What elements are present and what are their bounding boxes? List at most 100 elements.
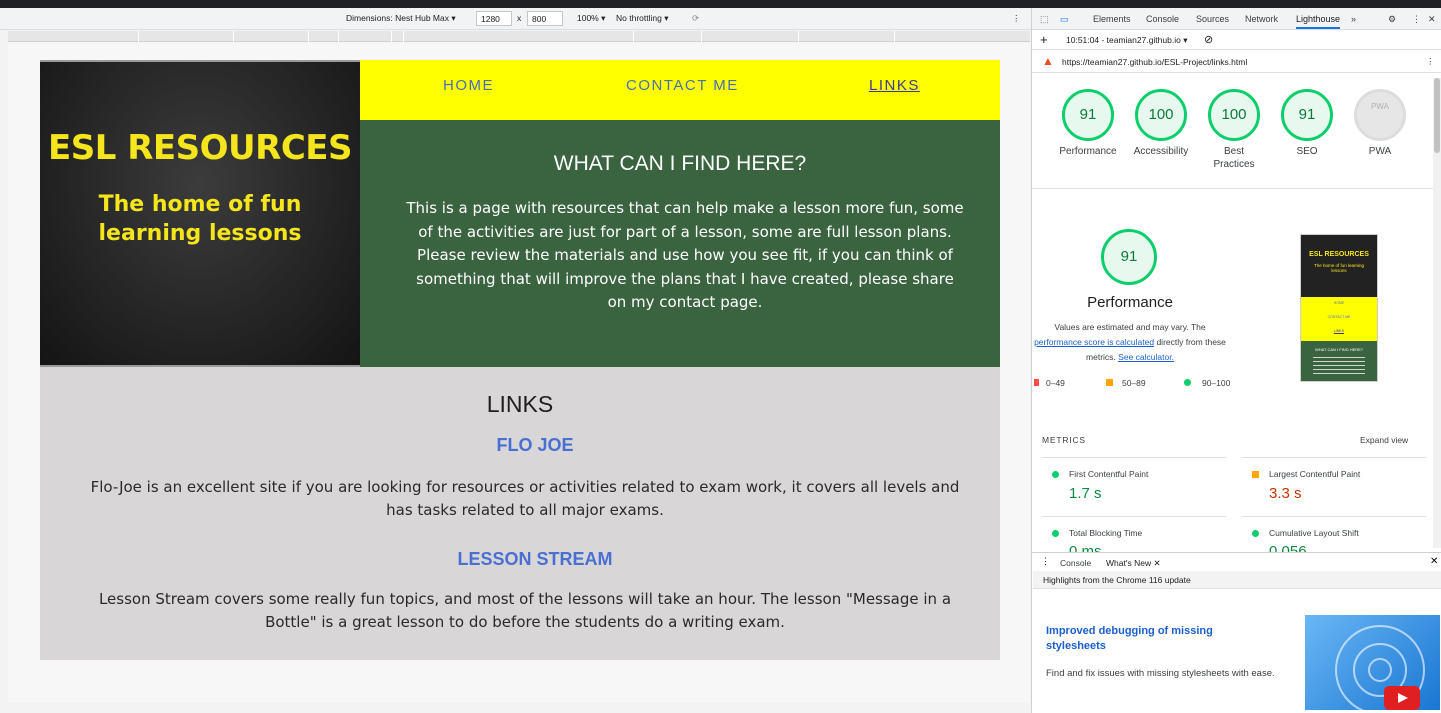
lcp-status-icon [1252,471,1259,478]
legend-fail: 0–49 [1046,378,1065,388]
drawer-close-icon[interactable]: ✕ [1430,556,1438,567]
news-text: Find and fix issues with missing stylesh… [1046,668,1275,679]
fcp-name: First Contentful Paint [1069,469,1149,479]
tab-sources[interactable]: Sources [1196,14,1229,24]
more-tabs-icon[interactable]: » [1351,14,1356,24]
fcp-status-icon [1052,471,1059,478]
link-lesson-stream-text: Lesson Stream covers some really fun top… [98,590,952,631]
nav-contact[interactable]: CONTACT ME [626,77,739,94]
fail-marker [1034,379,1039,386]
link-flo-joe[interactable]: FLO JOE [40,435,1030,456]
drawer-menu-icon[interactable]: ⋮ [1041,556,1050,567]
tbt-status-icon [1052,530,1059,537]
cls-value: 0.056 [1269,544,1307,552]
thumb-heading: WHAT CAN I FIND HERE? [1314,347,1364,352]
url-menu-icon[interactable]: ⋮ [1426,56,1435,67]
perf-big-gauge: 91 [1101,229,1157,285]
height-input[interactable]: 800 [527,11,563,26]
seo-gauge[interactable]: 91 [1281,89,1333,141]
hero-title: ESL RESOURCES [48,128,352,168]
perf-title: Performance [1087,294,1173,311]
thumb-intro: WHAT CAN I FIND HERE? [1301,341,1377,381]
thumb-nav-contact: CONTACT ME [1327,315,1351,319]
pwa-label: PWA [1368,146,1392,157]
lcp-value: 3.3 s [1269,485,1302,502]
width-input[interactable]: 1280 [476,11,512,26]
nav-home[interactable]: HOME [443,77,494,94]
dimensions-select[interactable]: Dimensions: Nest Hub Max ▾ [346,13,456,24]
legend-pass: 90–100 [1202,378,1231,388]
link-lesson-stream[interactable]: LESSON STREAM [40,549,1030,570]
link-flo-joe-text: Flo-Joe is an excellent site if you are … [90,478,960,519]
cls-status-icon [1252,530,1259,537]
scrollbar-thumb[interactable] [1434,78,1440,153]
news-video-thumb[interactable] [1305,615,1440,710]
fcp-value: 1.7 s [1069,485,1102,502]
hero-banner: ESL RESOURCES The home of fun learning l… [40,60,360,367]
divider [1242,516,1426,517]
tab-lighthouse[interactable]: Lighthouse [1296,14,1341,29]
kebab-icon[interactable]: ⋮ [1412,14,1421,25]
close-icon[interactable]: ✕ [1428,14,1436,25]
url-bar: ▲ https://teamian27.github.io/ESL-Projec… [1032,51,1441,73]
thumb-text-lines [1313,357,1365,377]
site-nav: HOME CONTACT ME LINKS [360,60,1000,120]
best-practices-gauge[interactable]: 100 [1208,89,1260,141]
more-options-icon[interactable]: ⋮ [1012,13,1021,24]
seo-label: SEO [1296,146,1318,157]
news-title[interactable]: Improved debugging of missing stylesheet… [1046,624,1271,654]
links-section: LINKS FLO JOE Flo-Joe is an excellent si… [40,367,1000,660]
zoom-select[interactable]: 100% ▾ [577,13,605,24]
lighthouse-icon: ▲ [1042,54,1054,68]
thumb-nav: HOME CONTACT ME LINKS [1301,297,1377,341]
accessibility-gauge[interactable]: 100 [1135,89,1187,141]
tab-network[interactable]: Network [1245,14,1278,24]
pass-marker [1184,379,1191,386]
pwa-badge-text: PWA [1371,102,1389,111]
metrics-label: METRICS [1042,435,1086,445]
hero-subtitle: The home of fun learning lessons [98,192,302,246]
divider [1042,457,1226,458]
add-report-icon[interactable]: + [1040,32,1048,47]
thumb-nav-home: HOME [1333,301,1345,305]
report-select[interactable]: 10:51:04 - teamian27.github.io ▾ [1066,35,1187,46]
intro-heading: WHAT CAN I FIND HERE? [553,152,807,175]
drawer-tab-console[interactable]: Console [1060,558,1091,568]
perf-score-link[interactable]: performance score is calculated [1034,337,1154,347]
performance-gauge[interactable]: 91 [1062,89,1114,141]
intro-section: WHAT CAN I FIND HERE? This is a page wit… [360,120,1000,367]
throttle-select[interactable]: No throttling ▾ [616,13,668,24]
settings-icon[interactable]: ⚙ [1388,14,1396,25]
thumb-subtitle: The home of fun learning lessons [1313,263,1365,273]
scrollbar[interactable] [1433,78,1441,548]
calculator-link[interactable]: See calculator. [1118,352,1174,362]
best-practices-label: Best Practices [1213,146,1255,170]
tab-console[interactable]: Console [1146,14,1179,24]
times-sign: x [517,13,522,23]
tbt-name: Total Blocking Time [1069,528,1143,538]
tab-elements[interactable]: Elements [1093,14,1131,24]
intro-text: This is a page with resources that can h… [406,199,964,311]
accessibility-label: Accessibility [1133,146,1189,157]
rotate-icon[interactable]: ⟳ [692,13,699,24]
inspect-icon[interactable]: ⬚ [1040,14,1049,25]
graphic-ring [1368,658,1392,682]
website: ESL RESOURCES The home of fun learning l… [40,60,1000,660]
thumb-hero: ESL RESOURCES The home of fun learning l… [1301,235,1377,297]
expand-view-button[interactable]: Expand view [1360,435,1408,445]
drawer: ⋮ Console What's New ✕ ✕ Highlights from… [1032,552,1441,713]
device-toggle-icon[interactable]: ▭ [1060,14,1069,25]
devtools-tabs: ⬚ ▭ Elements Console Sources Network Lig… [1032,8,1441,30]
divider [1032,188,1441,189]
pwa-gauge[interactable]: PWA [1354,89,1406,141]
clear-icon[interactable]: ⊘ [1204,33,1213,46]
highlights-bar: Highlights from the Chrome 116 update [1033,571,1441,589]
nav-links[interactable]: LINKS [869,77,920,94]
links-heading: LINKS [486,391,554,417]
cls-name: Cumulative Layout Shift [1269,528,1359,538]
final-screenshot-thumb[interactable]: ESL RESOURCES The home of fun learning l… [1300,234,1378,382]
performance-label: Performance [1059,146,1117,157]
youtube-play-icon[interactable] [1384,686,1420,710]
browser-top-strip [0,0,1441,8]
lcp-name: Largest Contentful Paint [1269,469,1361,479]
